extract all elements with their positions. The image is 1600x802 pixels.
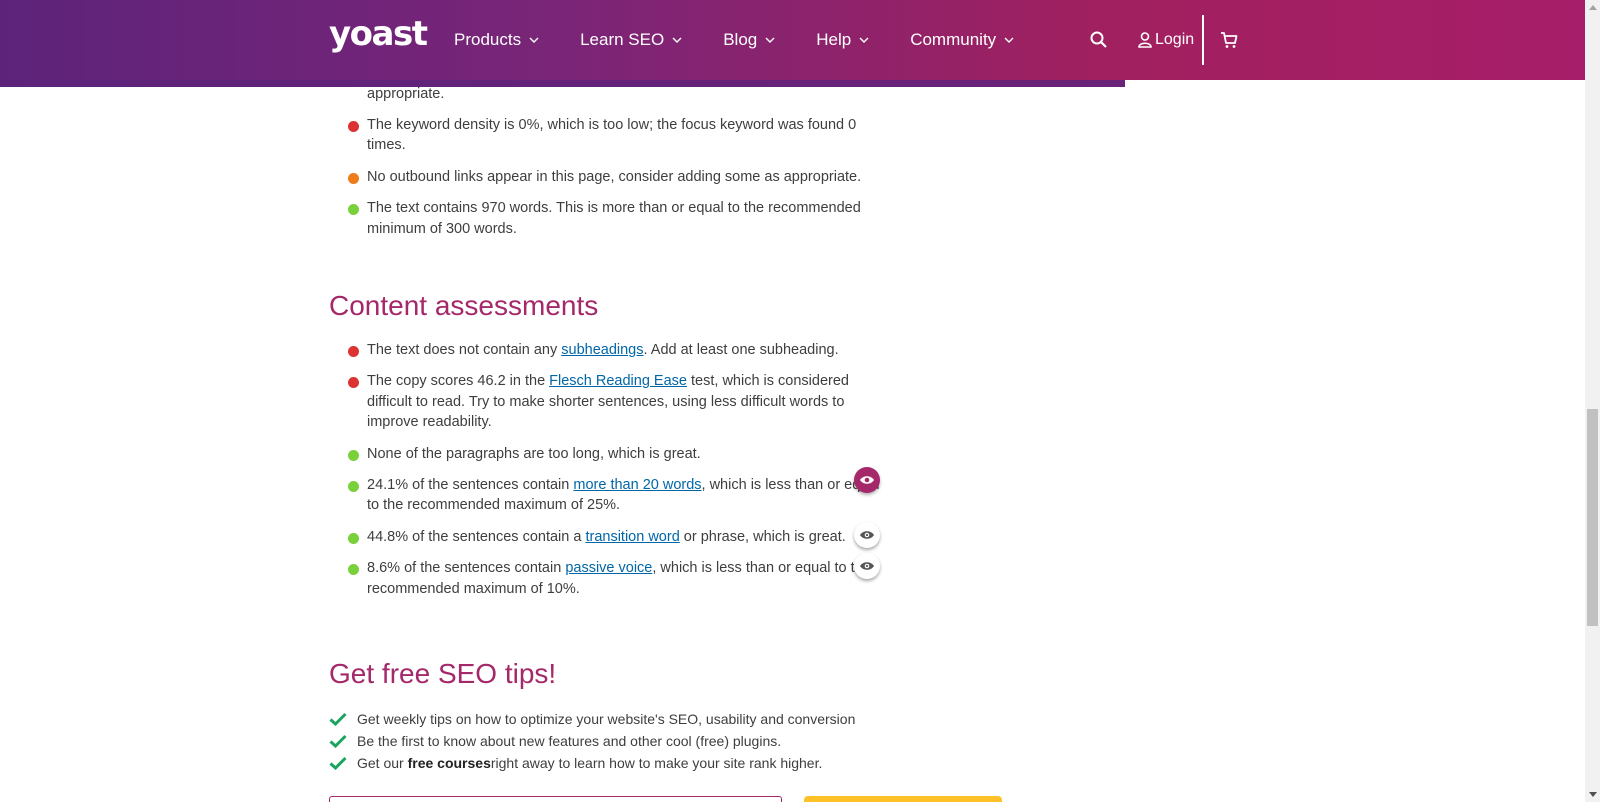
yoast-logo[interactable]: yoast bbox=[329, 14, 428, 54]
checkmark-icon bbox=[329, 756, 347, 770]
item-text-pre: 44.8% of the sentences contain a bbox=[367, 528, 586, 545]
seo-assessment-cut: appropriate. bbox=[329, 84, 889, 104]
nav-blog[interactable]: Blog bbox=[723, 30, 775, 50]
list-item-text: The keyword density is 0%, which is too … bbox=[367, 117, 857, 154]
chevron-down-icon bbox=[672, 37, 682, 43]
list-item: The keyword density is 0%, which is too … bbox=[329, 115, 889, 156]
list-item: 8.6% of the sentences contain passive vo… bbox=[329, 553, 889, 599]
tip-text: Get weekly tips on how to optimize your … bbox=[357, 711, 856, 727]
chevron-down-icon bbox=[529, 37, 539, 43]
status-dot-red bbox=[348, 121, 359, 132]
scroll-thumb[interactable] bbox=[1587, 409, 1598, 626]
list-item: Be the first to know about new features … bbox=[329, 730, 855, 752]
highlight-toggle-button[interactable] bbox=[854, 553, 880, 580]
main-nav: Products Learn SEO Blog Help Community bbox=[454, 0, 1055, 80]
status-dot-green bbox=[348, 481, 359, 493]
scrollbar[interactable] bbox=[1585, 0, 1600, 802]
subscribe-button[interactable] bbox=[804, 796, 1002, 802]
list-item: Get our free courses right away to learn… bbox=[329, 752, 855, 774]
checkmark-icon bbox=[329, 712, 347, 726]
email-input[interactable] bbox=[329, 796, 782, 802]
list-item-text: The text contains 970 words. This is mor… bbox=[367, 200, 861, 237]
list-item-text: appropriate. bbox=[367, 86, 445, 102]
nav-products[interactable]: Products bbox=[454, 30, 539, 50]
user-icon bbox=[1138, 32, 1152, 48]
status-dot-orange bbox=[348, 172, 359, 184]
item-text-pre: 24.1% of the sentences contain bbox=[367, 477, 574, 494]
highlight-toggle-button[interactable] bbox=[854, 521, 880, 548]
tip-text-post: right away to learn how to make your sit… bbox=[490, 755, 823, 771]
content-assessments-heading: Content assessments bbox=[329, 290, 599, 321]
nav-help[interactable]: Help bbox=[816, 30, 869, 50]
list-item: None of the paragraphs are too long, whi… bbox=[329, 444, 889, 464]
content-assessment-list: The text does not contain any subheading… bbox=[329, 340, 889, 599]
list-item: The text contains 970 words. This is mor… bbox=[329, 198, 889, 239]
list-item: Get weekly tips on how to optimize your … bbox=[329, 708, 855, 730]
list-item: 44.8% of the sentences contain a transit… bbox=[329, 521, 889, 548]
seo-tips-heading: Get free SEO tips! bbox=[329, 658, 557, 689]
scroll-down-arrow-icon[interactable] bbox=[1589, 792, 1597, 797]
free-courses-bold: free courses bbox=[407, 755, 491, 771]
nav-community-label: Community bbox=[910, 30, 997, 49]
status-dot-green bbox=[348, 564, 359, 576]
checkmark-icon bbox=[329, 734, 347, 748]
header-divider bbox=[1202, 15, 1204, 65]
item-text-pre: The copy scores 46.2 in the bbox=[367, 373, 550, 390]
login-button[interactable]: Login bbox=[1138, 0, 1194, 80]
subheadings-link[interactable]: subheadings bbox=[561, 342, 643, 358]
list-item: 24.1% of the sentences contain more than… bbox=[329, 467, 889, 516]
nav-learn-seo-label: Learn SEO bbox=[580, 30, 665, 49]
status-dot-red bbox=[348, 377, 359, 389]
cart-button[interactable] bbox=[1220, 0, 1238, 80]
nav-products-label: Products bbox=[454, 30, 522, 49]
item-text-pre: The text does not contain any bbox=[367, 342, 562, 358]
list-item-text: No outbound links appear in this page, c… bbox=[367, 168, 862, 185]
status-dot-green bbox=[348, 204, 359, 216]
search-icon bbox=[1090, 31, 1107, 48]
eye-icon bbox=[860, 562, 874, 570]
flesch-reading-ease-link[interactable]: Flesch Reading Ease bbox=[549, 373, 687, 389]
header-underline bbox=[0, 80, 1125, 87]
site-header: yoast Products Learn SEO Blog Help Commu… bbox=[0, 0, 1585, 80]
chevron-down-icon bbox=[859, 37, 869, 43]
item-text-post: or phrase, which is great. bbox=[679, 528, 846, 545]
item-text-post: . Add at least one subheading. bbox=[643, 342, 839, 358]
scroll-up-arrow-icon[interactable] bbox=[1589, 5, 1597, 10]
search-button[interactable] bbox=[1090, 0, 1108, 80]
status-dot-green bbox=[348, 532, 359, 544]
more-than-20-words-link[interactable]: more than 20 words bbox=[573, 477, 701, 493]
cart-icon bbox=[1221, 32, 1238, 48]
item-text-pre: None of the paragraphs are too long, whi… bbox=[367, 445, 701, 462]
nav-community[interactable]: Community bbox=[910, 30, 1014, 50]
nav-help-label: Help bbox=[816, 30, 852, 49]
chevron-down-icon bbox=[765, 37, 775, 43]
status-dot-green bbox=[348, 449, 359, 461]
seo-assessment-list: The keyword density is 0%, which is too … bbox=[329, 115, 889, 239]
list-item: The copy scores 46.2 in the Flesch Readi… bbox=[329, 371, 889, 432]
nav-learn-seo[interactable]: Learn SEO bbox=[580, 30, 682, 50]
eye-icon bbox=[860, 476, 874, 484]
eye-icon bbox=[860, 531, 874, 539]
seo-tips-list: Get weekly tips on how to optimize your … bbox=[329, 708, 855, 774]
login-label: Login bbox=[1155, 31, 1195, 48]
status-dot-red bbox=[348, 346, 359, 357]
tip-text-pre: Get our bbox=[357, 755, 404, 771]
chevron-down-icon bbox=[1004, 37, 1014, 43]
passive-voice-link[interactable]: passive voice bbox=[565, 560, 652, 576]
list-item: The text does not contain any subheading… bbox=[329, 340, 889, 360]
list-item: No outbound links appear in this page, c… bbox=[329, 167, 889, 187]
transition-word-link[interactable]: transition word bbox=[585, 529, 679, 545]
nav-blog-label: Blog bbox=[723, 30, 758, 49]
item-text-pre: 8.6% of the sentences contain bbox=[367, 560, 566, 577]
highlight-toggle-button[interactable] bbox=[854, 467, 880, 494]
tip-text: Be the first to know about new features … bbox=[357, 733, 782, 749]
